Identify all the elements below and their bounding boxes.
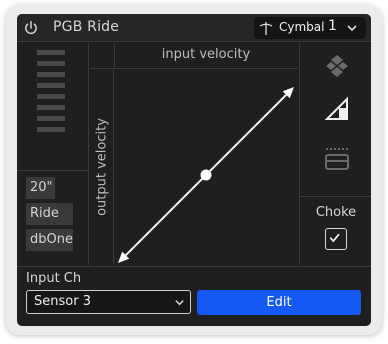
- cymbal-icon: [259, 22, 273, 35]
- left-column: 20" Ride dbOne: [17, 43, 89, 265]
- level-meter-segment: [37, 94, 65, 99]
- cymbal-select[interactable]: Cymbal 1: [254, 17, 366, 39]
- drum-pad-panel: PGB Ride Cymbal 1 20" Ride dbOne input v…: [17, 14, 371, 326]
- chevron-down-icon: [347, 25, 357, 32]
- sensor-select[interactable]: Sensor 3: [26, 290, 191, 314]
- level-meter-segment: [37, 50, 65, 55]
- choke-label: Choke: [315, 205, 357, 220]
- right-column: Choke: [299, 43, 371, 265]
- panel-title: PGB Ride: [53, 19, 120, 35]
- level-meter-segment: [37, 127, 65, 132]
- level-meter: [37, 50, 65, 136]
- velocity-ramp-icon[interactable]: [324, 96, 350, 122]
- cymbal-select-number: 1: [328, 18, 337, 34]
- power-icon[interactable]: [23, 20, 39, 36]
- input-ch-label: Input Ch: [26, 271, 82, 286]
- cymbal-size-label: 20": [26, 177, 55, 199]
- velocity-curve-graph: input velocity output velocity: [90, 43, 298, 265]
- level-meter-segment: [37, 72, 65, 77]
- divider: [17, 170, 88, 171]
- curve-midpoint-handle[interactable]: [200, 169, 212, 181]
- checkmark-icon: [329, 233, 340, 243]
- cymbal-model-label: dbOne: [26, 229, 73, 251]
- level-meter-segment: [37, 116, 65, 121]
- level-meter-segment: [37, 105, 65, 110]
- edit-button[interactable]: Edit: [197, 290, 361, 315]
- sensor-select-value: Sensor 3: [34, 294, 91, 309]
- input-channel-section: Input Ch Sensor 3 Edit: [17, 266, 371, 326]
- cymbal-select-label: Cymbal: [279, 20, 325, 34]
- cymbal-type-label: Ride: [26, 203, 73, 225]
- choke-checkbox[interactable]: [325, 228, 347, 250]
- velocity-curve-plot[interactable]: [90, 43, 298, 265]
- level-meter-segment: [37, 83, 65, 88]
- panel-header: PGB Ride Cymbal 1: [17, 14, 371, 42]
- chevron-down-icon: [175, 300, 184, 306]
- divider: [300, 196, 371, 197]
- level-meter-segment: [37, 61, 65, 66]
- layers-icon[interactable]: [324, 53, 350, 79]
- tray-icon[interactable]: [323, 146, 351, 172]
